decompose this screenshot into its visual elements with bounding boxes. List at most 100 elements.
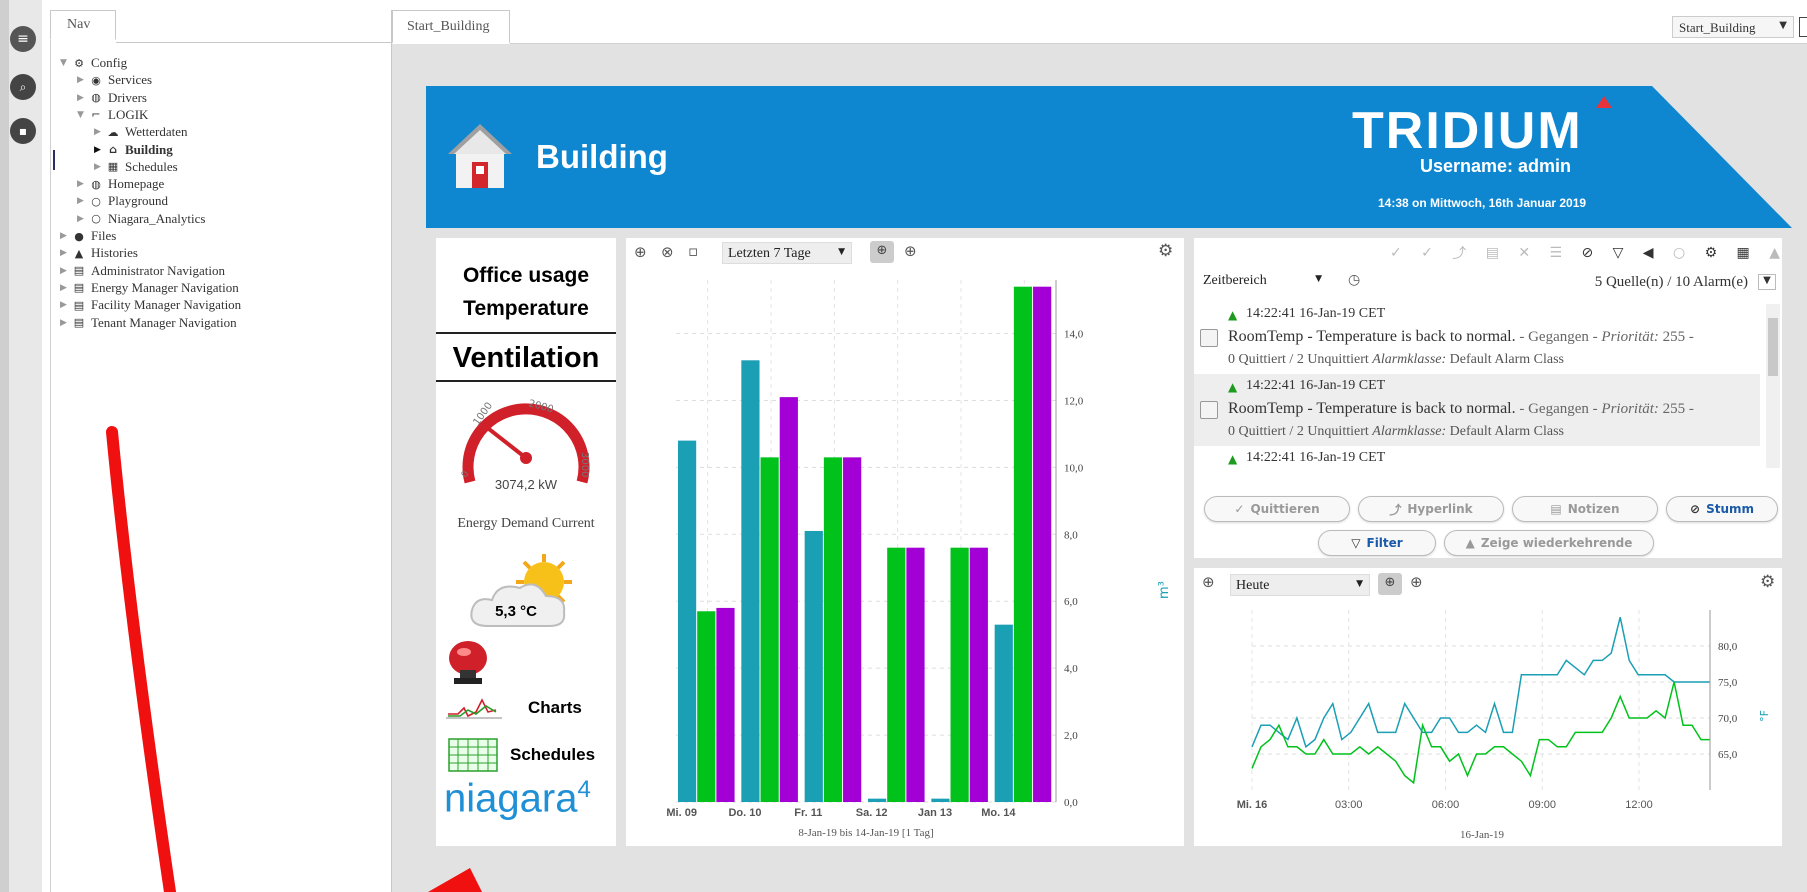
alarm-row[interactable]: ▲ 14:22:41 16-Jan-19 CET: [1194, 446, 1760, 470]
hyperlink-button[interactable]: ⤴ Hyperlink: [1358, 496, 1504, 522]
search-icon[interactable]: ⌕: [10, 74, 36, 100]
chevron-right-icon[interactable]: ▶: [94, 127, 106, 137]
alarm-bell-icon[interactable]: [446, 638, 490, 686]
alarm-row[interactable]: ▲ 14:22:41 16-Jan-19 CET RoomTemp - Temp…: [1194, 302, 1760, 374]
chevron-right-icon[interactable]: ▶: [94, 162, 106, 172]
add-icon[interactable]: ⊕: [634, 243, 647, 261]
alarm-row[interactable]: ▲ 14:22:41 16-Jan-19 CET RoomTemp - Temp…: [1194, 374, 1760, 446]
notes-icon[interactable]: ▤: [1486, 245, 1499, 261]
silence-icon[interactable]: ✕: [1518, 245, 1530, 261]
tree-item[interactable]: ▼ ⌐ LOGIK: [77, 106, 148, 124]
ack-icon[interactable]: ✓: [1390, 245, 1402, 261]
chevron-down-icon[interactable]: ▼: [1758, 274, 1776, 290]
chevron-right-icon[interactable]: ▶: [60, 300, 72, 310]
tree-item[interactable]: ▶ ◉ Services: [77, 71, 152, 89]
bar[interactable]: [697, 611, 716, 802]
bar[interactable]: [823, 457, 843, 802]
time-range-select[interactable]: Heute ▼: [1230, 574, 1370, 596]
gear-icon[interactable]: ⚙: [1158, 241, 1173, 261]
sound-icon[interactable]: ◀: [1643, 245, 1654, 261]
ack-button[interactable]: ✓ Quittieren: [1204, 496, 1350, 522]
bar[interactable]: [931, 798, 950, 802]
scrollbar-thumb[interactable]: [1768, 318, 1778, 376]
nav-tab[interactable]: Nav: [50, 10, 116, 40]
chevron-right-icon[interactable]: ▶: [60, 248, 72, 258]
save-icon[interactable]: ▫: [688, 242, 698, 260]
weather-icon[interactable]: 5,3 °C: [466, 552, 590, 632]
alarm-checkbox[interactable]: [1200, 401, 1218, 419]
chevron-right-icon[interactable]: ▶: [60, 318, 72, 328]
zoom-icon[interactable]: ⊕: [1410, 573, 1423, 591]
bar[interactable]: [1013, 286, 1033, 802]
view-select[interactable]: Start_Building ▼: [1672, 16, 1794, 38]
hyperlink-icon[interactable]: ⤴: [1452, 243, 1466, 263]
zoom-icon[interactable]: ⊕: [904, 242, 917, 260]
chevron-right-icon[interactable]: ▶: [94, 145, 106, 155]
silence-toggle-icon[interactable]: ⊘: [1581, 245, 1593, 261]
temperature-label[interactable]: Temperature: [436, 297, 616, 321]
tree-item[interactable]: ▶ ● Files: [60, 227, 116, 245]
gear-icon[interactable]: ⚙: [1705, 245, 1718, 261]
tree-item[interactable]: ▶ ☁ Wetterdaten: [94, 123, 187, 141]
chevron-right-icon[interactable]: ▶: [77, 214, 89, 224]
bar[interactable]: [760, 457, 779, 802]
filter-icon[interactable]: ▽: [1613, 245, 1624, 261]
chevron-right-icon[interactable]: ▶: [77, 179, 89, 189]
ack-all-icon[interactable]: ✓: [1421, 245, 1433, 261]
bar[interactable]: [950, 547, 969, 802]
tree-item[interactable]: ▶ ▤ Tenant Manager Navigation: [60, 314, 237, 332]
chevron-right-icon[interactable]: ▶: [60, 283, 72, 293]
energy-gauge[interactable]: 0 1000 2000 3000 3074,2 kW: [456, 386, 596, 508]
menu-icon[interactable]: ≡: [10, 26, 36, 52]
chevron-right-icon[interactable]: ▶: [77, 93, 89, 103]
chevron-right-icon[interactable]: ▶: [60, 231, 72, 241]
bar[interactable]: [716, 607, 735, 802]
tab-start-building[interactable]: Start_Building: [392, 10, 510, 44]
bar[interactable]: [779, 397, 798, 802]
schedules-link[interactable]: Schedules: [510, 745, 595, 765]
bar[interactable]: [843, 457, 862, 802]
bar[interactable]: [804, 530, 823, 802]
tree-item[interactable]: ▶ ▤ Energy Manager Navigation: [60, 279, 239, 297]
time-range-select[interactable]: Letzten 7 Tage ▼: [722, 242, 852, 264]
alarm-checkbox[interactable]: [1200, 329, 1218, 347]
tree-item[interactable]: ▶ ○ Playground: [77, 192, 168, 210]
clock-icon[interactable]: ◷: [1348, 272, 1360, 288]
chevron-right-icon[interactable]: ▶: [77, 75, 89, 85]
tree-item[interactable]: ▶ ⌂ Building: [94, 141, 173, 159]
chevron-right-icon[interactable]: ▶: [60, 266, 72, 276]
bar[interactable]: [906, 547, 925, 802]
time-range-select[interactable]: Zeitbereich ▼: [1198, 270, 1328, 292]
schedules-icon[interactable]: [448, 738, 498, 772]
charts-link[interactable]: Charts: [528, 698, 582, 718]
chevron-right-icon[interactable]: ▶: [77, 196, 89, 206]
zoom-reset-icon[interactable]: ⊕: [1378, 573, 1402, 595]
remove-icon[interactable]: ⊗: [661, 243, 674, 261]
list-icon[interactable]: ☰: [1549, 245, 1562, 261]
bar-chart[interactable]: 0,0 2,0 4,0 6,0 8,0 10,0 12,0 14,0 Mi. 09 Do. 10 F…: [626, 272, 1184, 846]
tree-item[interactable]: ▶ ○ Niagara_Analytics: [77, 210, 205, 228]
bar[interactable]: [741, 360, 760, 802]
bar[interactable]: [887, 547, 906, 802]
tree-item[interactable]: ▶ ▲ Histories: [60, 244, 138, 262]
filter-button[interactable]: ▽ Filter: [1318, 530, 1436, 556]
show-recurring-button[interactable]: ▲ Zeige wiederkehrende: [1444, 530, 1654, 556]
bar[interactable]: [969, 547, 988, 802]
chevron-down-icon[interactable]: ▼: [60, 58, 72, 68]
refresh-icon[interactable]: ○: [1673, 245, 1685, 261]
folder-icon[interactable]: ▪: [10, 118, 36, 144]
notes-button[interactable]: ▤ Notizen: [1512, 496, 1658, 522]
add-icon[interactable]: ⊕: [1202, 573, 1215, 591]
tree-item[interactable]: ▼ ⚙ Config: [60, 54, 127, 72]
tree-item[interactable]: ▶ ▦ Schedules: [94, 158, 178, 176]
tree-item[interactable]: ▶ ◍ Homepage: [77, 175, 164, 193]
report-icon[interactable]: ▦: [1737, 245, 1750, 261]
zoom-reset-icon[interactable]: ⊕: [870, 241, 894, 263]
tree-item[interactable]: ▶ ▤ Administrator Navigation: [60, 262, 225, 280]
bar[interactable]: [868, 798, 887, 802]
bar[interactable]: [994, 624, 1013, 802]
charts-icon[interactable]: [446, 694, 502, 722]
trend-chart[interactable]: 65,0 70,0 75,0 80,0 Mi. 16 03:00 06:00 09:00 12:…: [1194, 600, 1782, 846]
tree-item[interactable]: ▶ ◍ Drivers: [77, 89, 147, 107]
bar[interactable]: [1033, 286, 1052, 802]
